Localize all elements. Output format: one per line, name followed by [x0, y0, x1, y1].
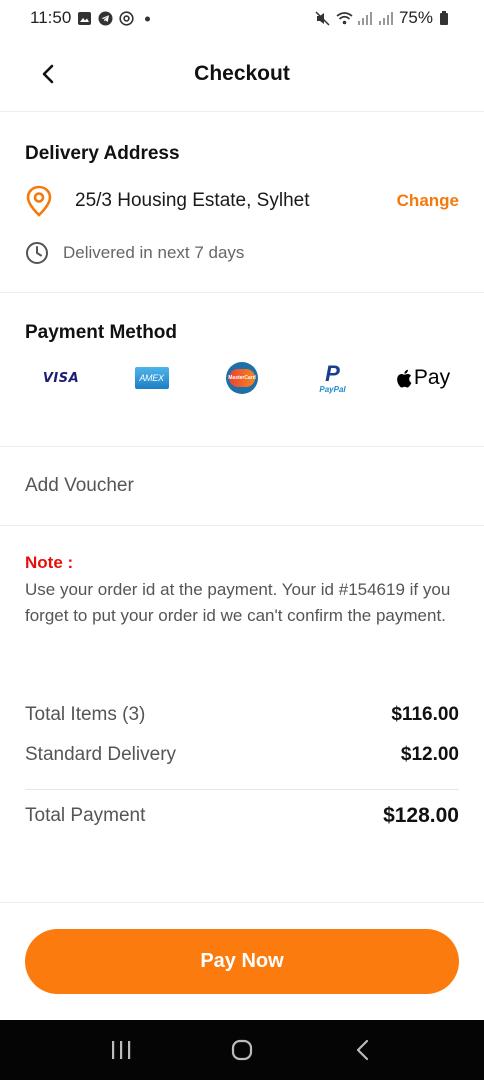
- apple-pay-logo: Pay: [396, 366, 450, 390]
- at-icon: [119, 10, 134, 26]
- back-button[interactable]: [32, 58, 64, 90]
- dot-icon: [140, 11, 155, 26]
- home-icon: [231, 1039, 253, 1061]
- total-payment-row: Total Payment $128.00: [25, 804, 459, 828]
- signal-icon: [378, 11, 393, 26]
- note-text: Use your order id at the payment. Your i…: [25, 580, 451, 625]
- pay-now-button[interactable]: Pay Now: [25, 929, 459, 994]
- telegram-icon: [98, 11, 113, 26]
- total-payment-label: Total Payment: [25, 805, 146, 826]
- amex-logo: AMEX: [134, 367, 169, 389]
- home-button[interactable]: [222, 1030, 262, 1070]
- battery-percent: 75%: [398, 8, 433, 27]
- status-time: 11:50: [30, 8, 72, 27]
- total-items-value: $116.00: [391, 704, 459, 725]
- standard-delivery-row: Standard Delivery $12.00: [25, 744, 459, 766]
- mastercard-logo: MasterCard: [226, 362, 258, 394]
- location-pin-icon: [26, 185, 52, 217]
- bottom-divider: [0, 902, 484, 903]
- standard-delivery-label: Standard Delivery: [25, 744, 177, 765]
- delivery-title: Delivery Address: [25, 143, 180, 164]
- payment-visa[interactable]: VISA: [25, 358, 97, 398]
- status-left: 11:50: [30, 8, 155, 28]
- system-nav-bar: [0, 1020, 484, 1080]
- payment-amex[interactable]: AMEX: [116, 358, 188, 398]
- summary-divider: [25, 789, 459, 790]
- paypal-logo: P PayPal: [319, 360, 346, 394]
- payment-apple-pay[interactable]: Pay: [387, 358, 459, 398]
- standard-delivery-value: $12.00: [400, 744, 459, 765]
- payment-methods: VISA AMEX MasterCard P PayPal Pay: [25, 353, 459, 403]
- address-row: 25/3 Housing Estate, Sylhet Change: [25, 185, 459, 217]
- recent-apps-button[interactable]: [101, 1030, 141, 1070]
- address-text: 25/3 Housing Estate, Sylhet: [75, 190, 310, 211]
- add-voucher-label[interactable]: Add Voucher: [25, 475, 134, 497]
- payment-title: Payment Method: [25, 322, 178, 343]
- mastercard-label: MasterCard: [228, 369, 256, 387]
- note-label: Note :: [25, 553, 74, 572]
- payment-paypal[interactable]: P PayPal: [297, 358, 369, 398]
- back-icon: [357, 1039, 369, 1061]
- clock-icon: [26, 242, 48, 264]
- delivery-eta-row: Delivered in next 7 days: [25, 241, 244, 265]
- wifi-icon: [336, 11, 353, 26]
- system-back-button[interactable]: [343, 1030, 383, 1070]
- visa-logo: VISA: [42, 370, 80, 386]
- chevron-left-icon: [42, 64, 54, 84]
- voucher-section[interactable]: Add Voucher: [0, 447, 484, 526]
- total-payment-value: $128.00: [383, 804, 459, 827]
- gallery-icon: [77, 11, 92, 26]
- paypal-label: PayPal: [319, 384, 346, 394]
- total-items-row: Total Items (3) $116.00: [25, 704, 459, 726]
- payment-section: Payment Method VISA AMEX MasterCard P Pa…: [0, 293, 484, 447]
- recent-apps-icon: [111, 1041, 130, 1059]
- apple-icon: [397, 369, 412, 388]
- battery-icon: [439, 10, 454, 26]
- page-title: Checkout: [194, 61, 290, 85]
- total-items-label: Total Items (3): [25, 704, 146, 725]
- status-right: 75%: [315, 8, 454, 28]
- payment-mastercard[interactable]: MasterCard: [206, 358, 278, 398]
- header: Checkout: [0, 36, 484, 112]
- delivery-eta: Delivered in next 7 days: [63, 243, 245, 262]
- delivery-section: Delivery Address 25/3 Housing Estate, Sy…: [0, 113, 484, 293]
- change-address-link[interactable]: Change: [397, 191, 459, 211]
- signal-icon: [357, 11, 372, 26]
- apple-pay-label: Pay: [413, 366, 451, 389]
- mute-icon: [315, 10, 330, 26]
- status-bar: 11:50 75%: [0, 0, 484, 36]
